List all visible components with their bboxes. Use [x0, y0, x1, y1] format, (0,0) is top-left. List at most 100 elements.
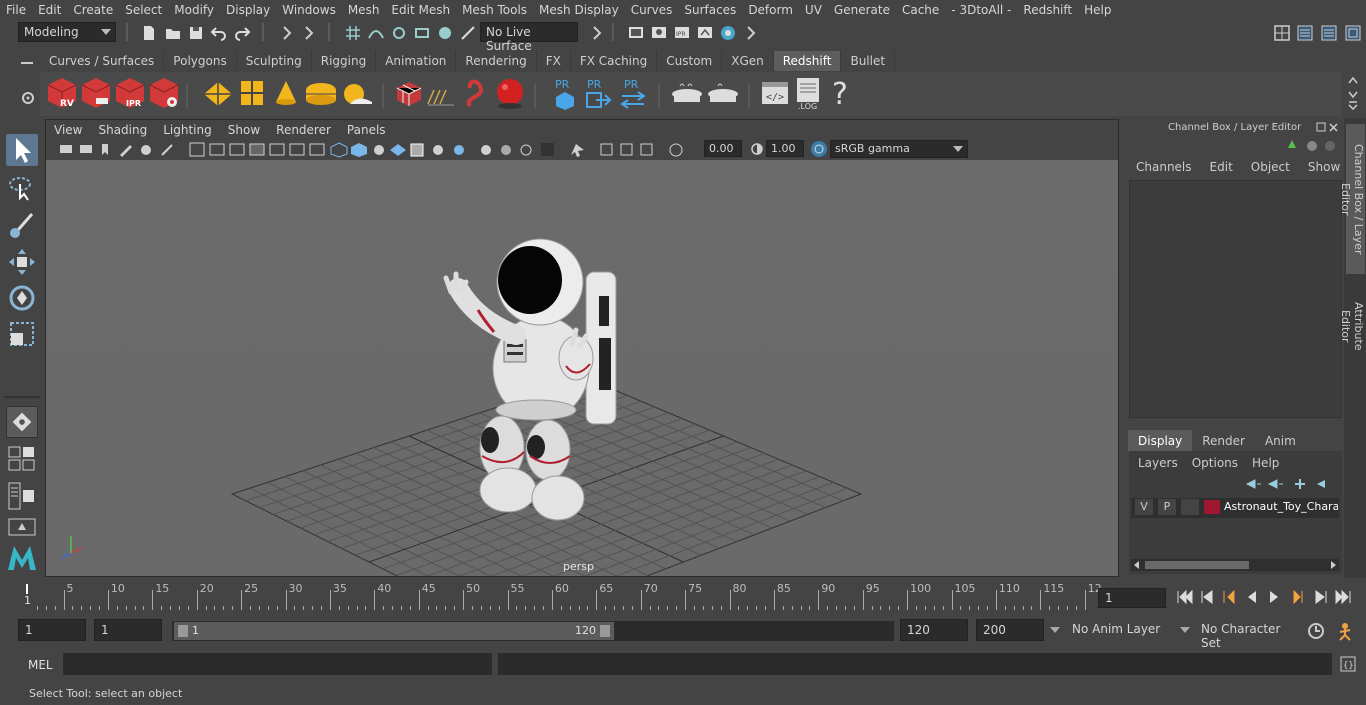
shelf-tab-rendering[interactable]: Rendering	[456, 51, 537, 71]
layer-menu-layers[interactable]: Layers	[1138, 456, 1178, 470]
menu-surfaces[interactable]: Surfaces	[678, 3, 742, 17]
menu-deform[interactable]: Deform	[742, 3, 799, 17]
current-frame-field[interactable]: 1	[1098, 588, 1166, 608]
shelf-menu-icon[interactable]	[18, 56, 36, 70]
layer-tab-display[interactable]: Display	[1128, 430, 1193, 452]
cb-menu-object[interactable]: Object	[1251, 160, 1290, 174]
redshift-pr-swap-icon[interactable]: PR	[618, 76, 648, 110]
shelf-tab-bullet[interactable]: Bullet	[841, 51, 896, 71]
anim-layer-dropdown[interactable]: No Anim Layer	[1066, 619, 1172, 641]
menu-help[interactable]: Help	[1078, 3, 1117, 17]
redshift-settings-icon[interactable]	[148, 76, 180, 110]
workspace-layout-icon[interactable]	[1273, 24, 1291, 42]
timeline-ruler[interactable]: 1 5 10 15 20 25 30 35 40 45 50 55 60 65 70 75 80 85 90 95 1…	[22, 580, 1102, 612]
redshift-help-icon[interactable]: ?	[830, 76, 852, 110]
snap-grid-icon[interactable]	[344, 24, 362, 42]
collapse-arrow-icon[interactable]	[278, 24, 296, 42]
layer-scrollbar[interactable]	[1131, 559, 1339, 571]
cb-menu-edit[interactable]: Edit	[1210, 160, 1233, 174]
scroll-right-icon[interactable]	[1329, 561, 1337, 569]
layer-display-type[interactable]	[1181, 499, 1199, 515]
redshift-sun-sky-icon[interactable]	[340, 80, 374, 108]
script-editor-icon[interactable]: {}	[1340, 656, 1356, 672]
layer-playback-toggle[interactable]: P	[1158, 499, 1176, 515]
layer-color-swatch[interactable]	[1204, 500, 1220, 514]
vp-menu-view[interactable]: View	[46, 123, 90, 137]
live-surface-field[interactable]: No Live Surface	[480, 22, 578, 53]
float-close-icon[interactable]	[1316, 122, 1340, 132]
layer-tab-anim[interactable]: Anim	[1255, 430, 1306, 452]
cb-menu-show[interactable]: Show	[1308, 160, 1340, 174]
redo-icon[interactable]	[233, 24, 251, 42]
menu-mesh-tools[interactable]: Mesh Tools	[456, 3, 533, 17]
menu-windows[interactable]: Windows	[276, 3, 342, 17]
menu-file[interactable]: File	[0, 3, 32, 17]
new-scene-icon[interactable]	[140, 24, 158, 42]
colorspace-dropdown[interactable]: sRGB gamma	[830, 140, 968, 158]
toggle-outliner-icon[interactable]	[1296, 24, 1314, 42]
layer-tool-icons[interactable]	[1243, 477, 1339, 491]
menu-redshift[interactable]: Redshift	[1017, 3, 1078, 17]
snap-point-icon[interactable]	[390, 24, 408, 42]
side-tab-attribute-editor[interactable]: Attribute Editor	[1339, 280, 1365, 372]
shelf-tab-xgen[interactable]: XGen	[722, 51, 774, 71]
redshift-area-light-icon[interactable]	[202, 80, 234, 108]
shelf-scroll-arrows-icon[interactable]	[1346, 74, 1360, 110]
range-slider-handle[interactable]: 1 120	[174, 622, 614, 640]
menu-edit[interactable]: Edit	[32, 3, 67, 17]
shelf-tab-custom[interactable]: Custom	[657, 51, 723, 71]
undo-icon[interactable]	[210, 24, 228, 42]
toggle-attribute-editor-icon[interactable]	[1320, 24, 1338, 42]
move-tool-button[interactable]	[6, 246, 38, 278]
layout-panels-icon[interactable]	[8, 482, 36, 510]
layer-menu-options[interactable]: Options	[1192, 456, 1238, 470]
menu-display[interactable]: Display	[220, 3, 276, 17]
collapse-arrow-icon[interactable]	[742, 24, 760, 42]
redshift-material-ball-icon[interactable]	[494, 76, 526, 110]
vp-menu-panels[interactable]: Panels	[339, 123, 394, 137]
redshift-bake-set-icon[interactable]	[706, 80, 740, 108]
shelf-tab-rigging[interactable]: Rigging	[311, 51, 377, 71]
lasso-tool-button[interactable]	[6, 172, 38, 204]
ipr-render-icon[interactable]: IPR	[673, 24, 691, 42]
menu-edit-mesh[interactable]: Edit Mesh	[385, 3, 456, 17]
redshift-hair-icon[interactable]	[462, 76, 492, 110]
redshift-bake-icon[interactable]	[670, 80, 704, 108]
redshift-dome-light-icon[interactable]	[304, 80, 338, 108]
scroll-left-icon[interactable]	[1133, 561, 1141, 569]
playback-start-field[interactable]: 1	[94, 619, 162, 641]
menu-modify[interactable]: Modify	[168, 3, 220, 17]
exposure-field[interactable]: 0.00	[704, 140, 742, 157]
layer-row[interactable]: V P Astronaut_Toy_Charac	[1131, 498, 1339, 518]
select-tool-button[interactable]	[6, 134, 38, 166]
save-scene-icon[interactable]	[187, 24, 205, 42]
scale-tool-button[interactable]	[6, 318, 38, 350]
menu-curves[interactable]: Curves	[625, 3, 679, 17]
redshift-volume-icon[interactable]	[426, 84, 456, 108]
redshift-render-view-icon[interactable]: RV	[46, 76, 78, 110]
menu-mesh[interactable]: Mesh	[342, 3, 386, 17]
snap-curve-icon[interactable]	[367, 24, 385, 42]
menu-create[interactable]: Create	[67, 3, 119, 17]
vp-menu-renderer[interactable]: Renderer	[268, 123, 339, 137]
chevron-down-icon[interactable]	[1050, 627, 1060, 635]
make-live-icon[interactable]	[459, 24, 477, 42]
paint-select-tool-button[interactable]	[6, 210, 38, 242]
redshift-ies-light-icon[interactable]	[272, 78, 300, 108]
open-scene-icon[interactable]	[164, 24, 182, 42]
layer-menu-help[interactable]: Help	[1252, 456, 1279, 470]
collapse-arrow-icon[interactable]	[300, 24, 318, 42]
shelf-tab-redshift[interactable]: Redshift	[773, 51, 842, 71]
shelf-tab-polygons[interactable]: Polygons	[164, 51, 237, 71]
side-tab-channel-box[interactable]: Channel Box / Layer Editor	[1339, 124, 1365, 274]
snap-view-plane-icon[interactable]	[413, 24, 431, 42]
current-time-indicator[interactable]	[26, 584, 28, 594]
redshift-batch-render-icon[interactable]	[80, 76, 112, 110]
shelf-tab-sculpting[interactable]: Sculpting	[236, 51, 312, 71]
scrollbar-thumb[interactable]	[1145, 561, 1249, 569]
redshift-log-icon[interactable]: .LOG	[794, 76, 824, 110]
shelf-tab-curves-surfaces[interactable]: Curves / Surfaces	[40, 51, 165, 71]
range-end-grip[interactable]	[600, 625, 610, 637]
vp-menu-shading[interactable]: Shading	[90, 123, 155, 137]
auto-key-icon[interactable]	[1306, 621, 1326, 641]
